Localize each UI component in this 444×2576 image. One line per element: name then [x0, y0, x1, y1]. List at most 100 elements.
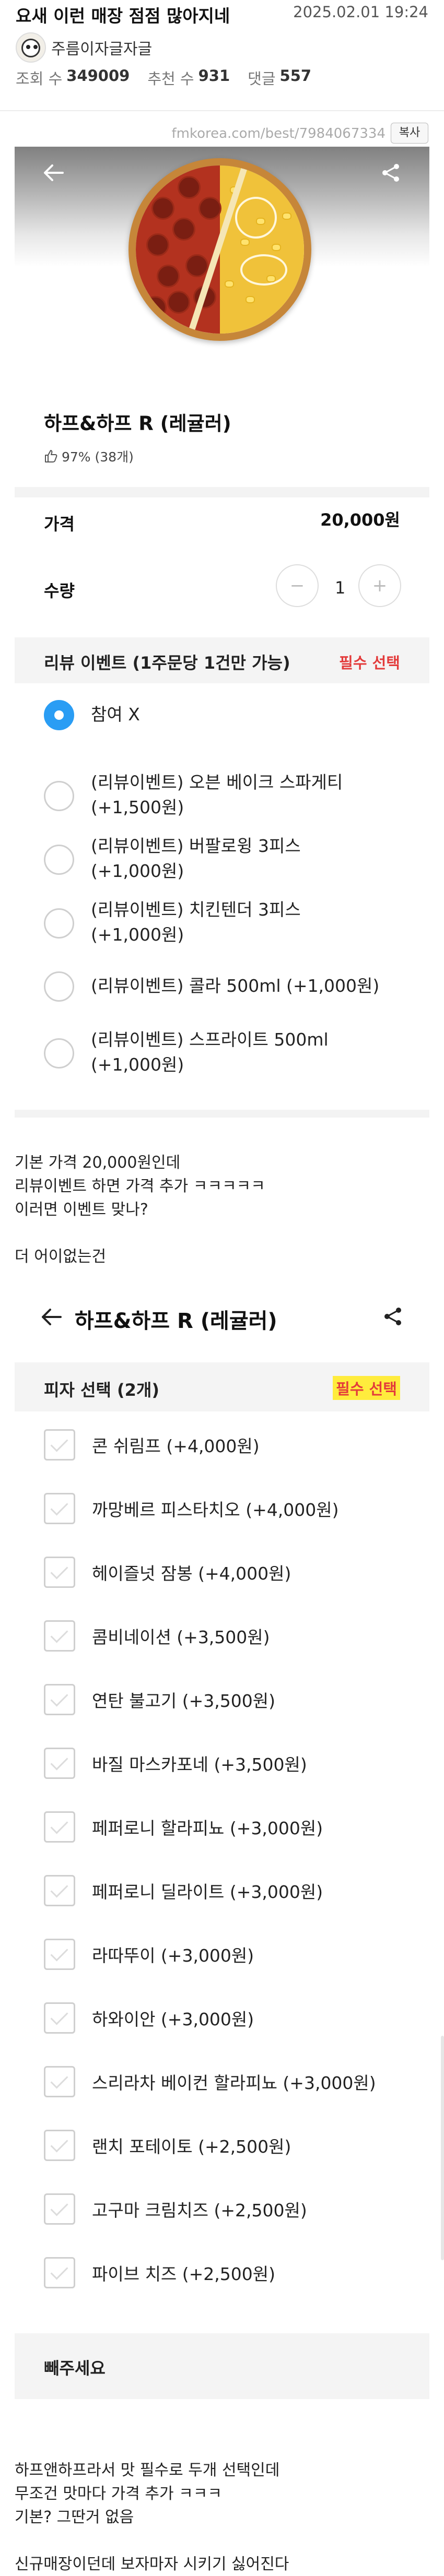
checkbox[interactable]	[44, 1493, 75, 1524]
radio-unselected[interactable]	[44, 845, 74, 875]
pizza-option-label: 페퍼로니 딜라이트 (+3,000원)	[92, 1882, 323, 1902]
author-name[interactable]: 주름이자글자글	[51, 36, 152, 59]
checkbox[interactable]	[44, 1939, 75, 1970]
pizza-option[interactable]: 하와이안 (+3,000원)	[44, 2002, 254, 2034]
pizza-option-label: 고구마 크림치즈 (+2,500원)	[92, 2200, 307, 2221]
checkbox[interactable]	[44, 2130, 75, 2161]
pizza-option[interactable]: 스리라차 베이컨 할라피뇨 (+3,000원)	[44, 2066, 376, 2097]
checkbox[interactable]	[44, 1429, 75, 1461]
app-top-bar: 하프&하프 R (레귤러)	[15, 1289, 429, 1347]
review-event-title: 리뷰 이벤트 (1주문당 1건만 가능)	[44, 653, 290, 673]
likes-label: 추천 수	[147, 70, 194, 88]
review-option-label: (리뷰이벤트) 오븐 베이크 스파게티	[91, 772, 343, 792]
quantity-plus-button[interactable]: +	[358, 564, 401, 607]
pizza-image	[128, 158, 311, 341]
post-body-text: 하프앤하프라서 맛 필수로 두개 선택인데 무조건 맛마다 가격 추가 ㅋㅋㅋ …	[0, 2459, 444, 2576]
views-label: 조회 수	[16, 70, 63, 88]
exclude-title: 빼주세요	[44, 2358, 106, 2378]
pizza-option[interactable]: 고구마 크림치즈 (+2,500원)	[44, 2193, 307, 2225]
review-option[interactable]: (리뷰이벤트) 스프라이트 500ml (+1,000원)	[44, 1025, 414, 1077]
product-screenshot: 하프&하프 R (레귤러) 97% (38개) 가격 20,000원 수량 − …	[15, 147, 429, 1118]
pizza-option-label: 콘 쉬림프 (+4,000원)	[92, 1436, 260, 1456]
post-header: 요새 이런 매장 점점 많아지네 2025.02.01 19:24 주름이자글자…	[0, 0, 444, 111]
review-option[interactable]: 참여 X	[44, 700, 414, 730]
review-option[interactable]: (리뷰이벤트) 치킨텐더 3피스 (+1,000원)	[44, 895, 414, 947]
pizza-select-header: 피자 선택 (2개) 필수 선택	[15, 1362, 429, 1411]
review-option-label: 참여 X	[91, 704, 140, 725]
checkbox[interactable]	[44, 2257, 75, 2288]
post-body-text: 기본 가격 20,000원인데 리뷰이벤트 하면 가격 추가 ㅋㅋㅋㅋㅋ 이러면…	[0, 1151, 444, 1268]
pizza-option[interactable]: 페퍼로니 딜라이트 (+3,000원)	[44, 1875, 323, 1906]
pizza-option[interactable]: 콘 쉬림프 (+4,000원)	[44, 1429, 260, 1461]
checkbox[interactable]	[44, 1557, 75, 1588]
comments-label: 댓글	[248, 70, 276, 88]
pizza-select-screenshot: 하프&하프 R (레귤러) 피자 선택 (2개) 필수 선택 콘 쉬림프 (+4…	[15, 1289, 429, 2474]
pizza-option[interactable]: 랜치 포테이토 (+2,500원)	[44, 2130, 291, 2161]
review-option-label: (리뷰이벤트) 스프라이트 500ml	[91, 1029, 329, 1050]
pizza-option[interactable]: 헤이즐넛 잠봉 (+4,000원)	[44, 1557, 291, 1588]
pizza-option-label: 랜치 포테이토 (+2,500원)	[92, 2136, 291, 2157]
review-option[interactable]: (리뷰이벤트) 콜라 500ml (+1,000원)	[44, 971, 414, 1002]
review-option-price: (+1,000원)	[91, 861, 184, 881]
checkbox[interactable]	[44, 2193, 75, 2225]
checkbox[interactable]	[44, 1748, 75, 1779]
price-value: 20,000원	[320, 510, 400, 530]
pizza-option[interactable]: 까망베르 피스타치오 (+4,000원)	[44, 1493, 338, 1524]
copy-url-button[interactable]: 복사	[391, 123, 428, 144]
radio-unselected[interactable]	[44, 908, 74, 939]
scrollbar[interactable]	[441, 2036, 444, 2260]
review-option-label: (리뷰이벤트) 치킨텐더 3피스	[91, 899, 301, 920]
pizza-option[interactable]: 파이브 치즈 (+2,500원)	[44, 2257, 275, 2288]
pizza-option-label: 스리라차 베이컨 할라피뇨 (+3,000원)	[92, 2073, 376, 2093]
pizza-option-label: 라따뚜이 (+3,000원)	[92, 1945, 254, 1966]
required-badge: 필수 선택	[333, 1376, 400, 1400]
pizza-option-label: 콤비네이션 (+3,500원)	[92, 1627, 270, 1647]
back-arrow-icon[interactable]	[41, 1308, 62, 1328]
post-url[interactable]: fmkorea.com/best/7984067334	[171, 126, 385, 141]
body-line: 리뷰이벤트 하면 가격 추가 ㅋㅋㅋㅋㅋ	[15, 1177, 265, 1195]
pizza-option-label: 바질 마스카포네 (+3,500원)	[92, 1754, 307, 1775]
checkbox[interactable]	[44, 2066, 75, 2097]
product-rating: 97% (38개)	[44, 447, 134, 466]
back-arrow-icon[interactable]	[39, 158, 68, 187]
avatar[interactable]	[16, 32, 46, 63]
pizza-option[interactable]: 바질 마스카포네 (+3,500원)	[44, 1748, 307, 1779]
checkbox[interactable]	[44, 2002, 75, 2034]
pizza-option-label: 파이브 치즈 (+2,500원)	[92, 2264, 276, 2284]
review-option-price: (+1,000원)	[91, 1054, 184, 1075]
author-row[interactable]: 주름이자글자글	[16, 32, 152, 63]
body-line: 이러면 이벤트 맞나?	[15, 1201, 148, 1219]
pizza-option[interactable]: 페퍼로니 할라피뇨 (+3,000원)	[44, 1811, 323, 1843]
app-bar-title: 하프&하프 R (레귤러)	[75, 1309, 277, 1333]
divider	[15, 487, 429, 497]
pizza-option[interactable]: 라따뚜이 (+3,000원)	[44, 1939, 254, 1970]
review-option-price: (+1,000원)	[91, 924, 184, 945]
quantity-label: 수량	[44, 581, 75, 601]
checkbox[interactable]	[44, 1620, 75, 1652]
body-line: 신규매장이던데 보자마자 시키기 싫어진다	[15, 2555, 289, 2573]
body-line: 기본? 그딴거 없음	[15, 2508, 134, 2526]
review-option[interactable]: (리뷰이벤트) 오븐 베이크 스파게티 (+1,500원)	[44, 768, 414, 820]
checkbox[interactable]	[44, 1875, 75, 1906]
post-stats: 조회 수 349009 추천 수 931 댓글 557	[16, 67, 329, 89]
body-line: 기본 가격 20,000원인데	[15, 1154, 181, 1172]
radio-unselected[interactable]	[44, 781, 74, 811]
post-title: 요새 이런 매장 점점 많아지네	[16, 6, 230, 26]
share-icon[interactable]	[382, 1306, 403, 1329]
pizza-option[interactable]: 연탄 불고기 (+3,500원)	[44, 1684, 275, 1715]
checkbox[interactable]	[44, 1684, 75, 1715]
pizza-option[interactable]: 콤비네이션 (+3,500원)	[44, 1620, 270, 1652]
review-option[interactable]: (리뷰이벤트) 버팔로윙 3피스 (+1,000원)	[44, 832, 414, 884]
checkbox[interactable]	[44, 1811, 75, 1843]
radio-unselected[interactable]	[44, 971, 74, 1002]
radio-unselected[interactable]	[44, 1038, 74, 1069]
pizza-option-label: 연탄 불고기 (+3,500원)	[92, 1691, 276, 1711]
radio-selected[interactable]	[44, 700, 74, 730]
exclude-header: 빼주세요	[15, 2333, 429, 2399]
likes-count: 931	[198, 67, 230, 85]
body-line: 더 어이없는건	[15, 1248, 107, 1266]
quantity-minus-button[interactable]: −	[276, 564, 319, 607]
share-icon[interactable]	[376, 158, 405, 187]
pizza-option-label: 페퍼로니 할라피뇨 (+3,000원)	[92, 1818, 323, 1838]
review-option-label: (리뷰이벤트) 버팔로윙 3피스	[91, 836, 301, 856]
